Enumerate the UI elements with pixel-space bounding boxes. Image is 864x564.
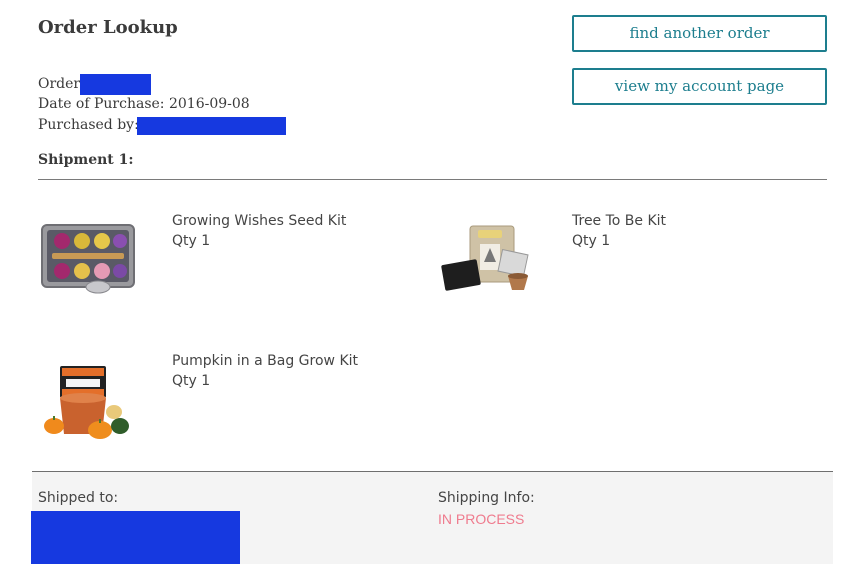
item-name[interactable]: Pumpkin in a Bag Grow Kit bbox=[172, 353, 358, 369]
find-another-order-button[interactable]: find another order bbox=[572, 15, 827, 52]
item-name[interactable]: Growing Wishes Seed Kit bbox=[172, 213, 346, 229]
page-title: Order Lookup bbox=[38, 17, 178, 38]
purchaser-redaction bbox=[137, 117, 286, 135]
shipped-to-label: Shipped to: bbox=[38, 490, 119, 506]
item-qty: Qty 1 bbox=[172, 233, 211, 249]
shipment-heading: Shipment 1: bbox=[38, 152, 134, 168]
shipping-info-label: Shipping Info: bbox=[438, 490, 535, 506]
item-name[interactable]: Tree To Be Kit bbox=[572, 213, 666, 229]
date-of-purchase-row: Date of Purchase: 2016-09-08 bbox=[38, 96, 250, 112]
date-value: 2016-09-08 bbox=[168, 96, 250, 112]
view-account-button[interactable]: view my account page bbox=[572, 68, 827, 105]
shipping-status: IN PROCESS bbox=[438, 511, 525, 527]
seed-kit-tin-image bbox=[41, 224, 135, 294]
item-qty: Qty 1 bbox=[172, 373, 211, 389]
order-number-redaction bbox=[80, 74, 151, 95]
purchased-by-row: Purchased by: bbox=[38, 117, 139, 133]
tree-kit-bag-image bbox=[441, 225, 529, 291]
shipment-divider bbox=[38, 179, 827, 180]
date-label: Date of Purchase: bbox=[38, 96, 165, 112]
purchased-by-label: Purchased by: bbox=[38, 117, 139, 133]
pumpkin-kit-image bbox=[44, 366, 129, 439]
order-number-row: Order bbox=[38, 76, 80, 92]
item-qty: Qty 1 bbox=[572, 233, 611, 249]
order-label: Order bbox=[38, 76, 81, 92]
address-redaction bbox=[31, 511, 240, 564]
